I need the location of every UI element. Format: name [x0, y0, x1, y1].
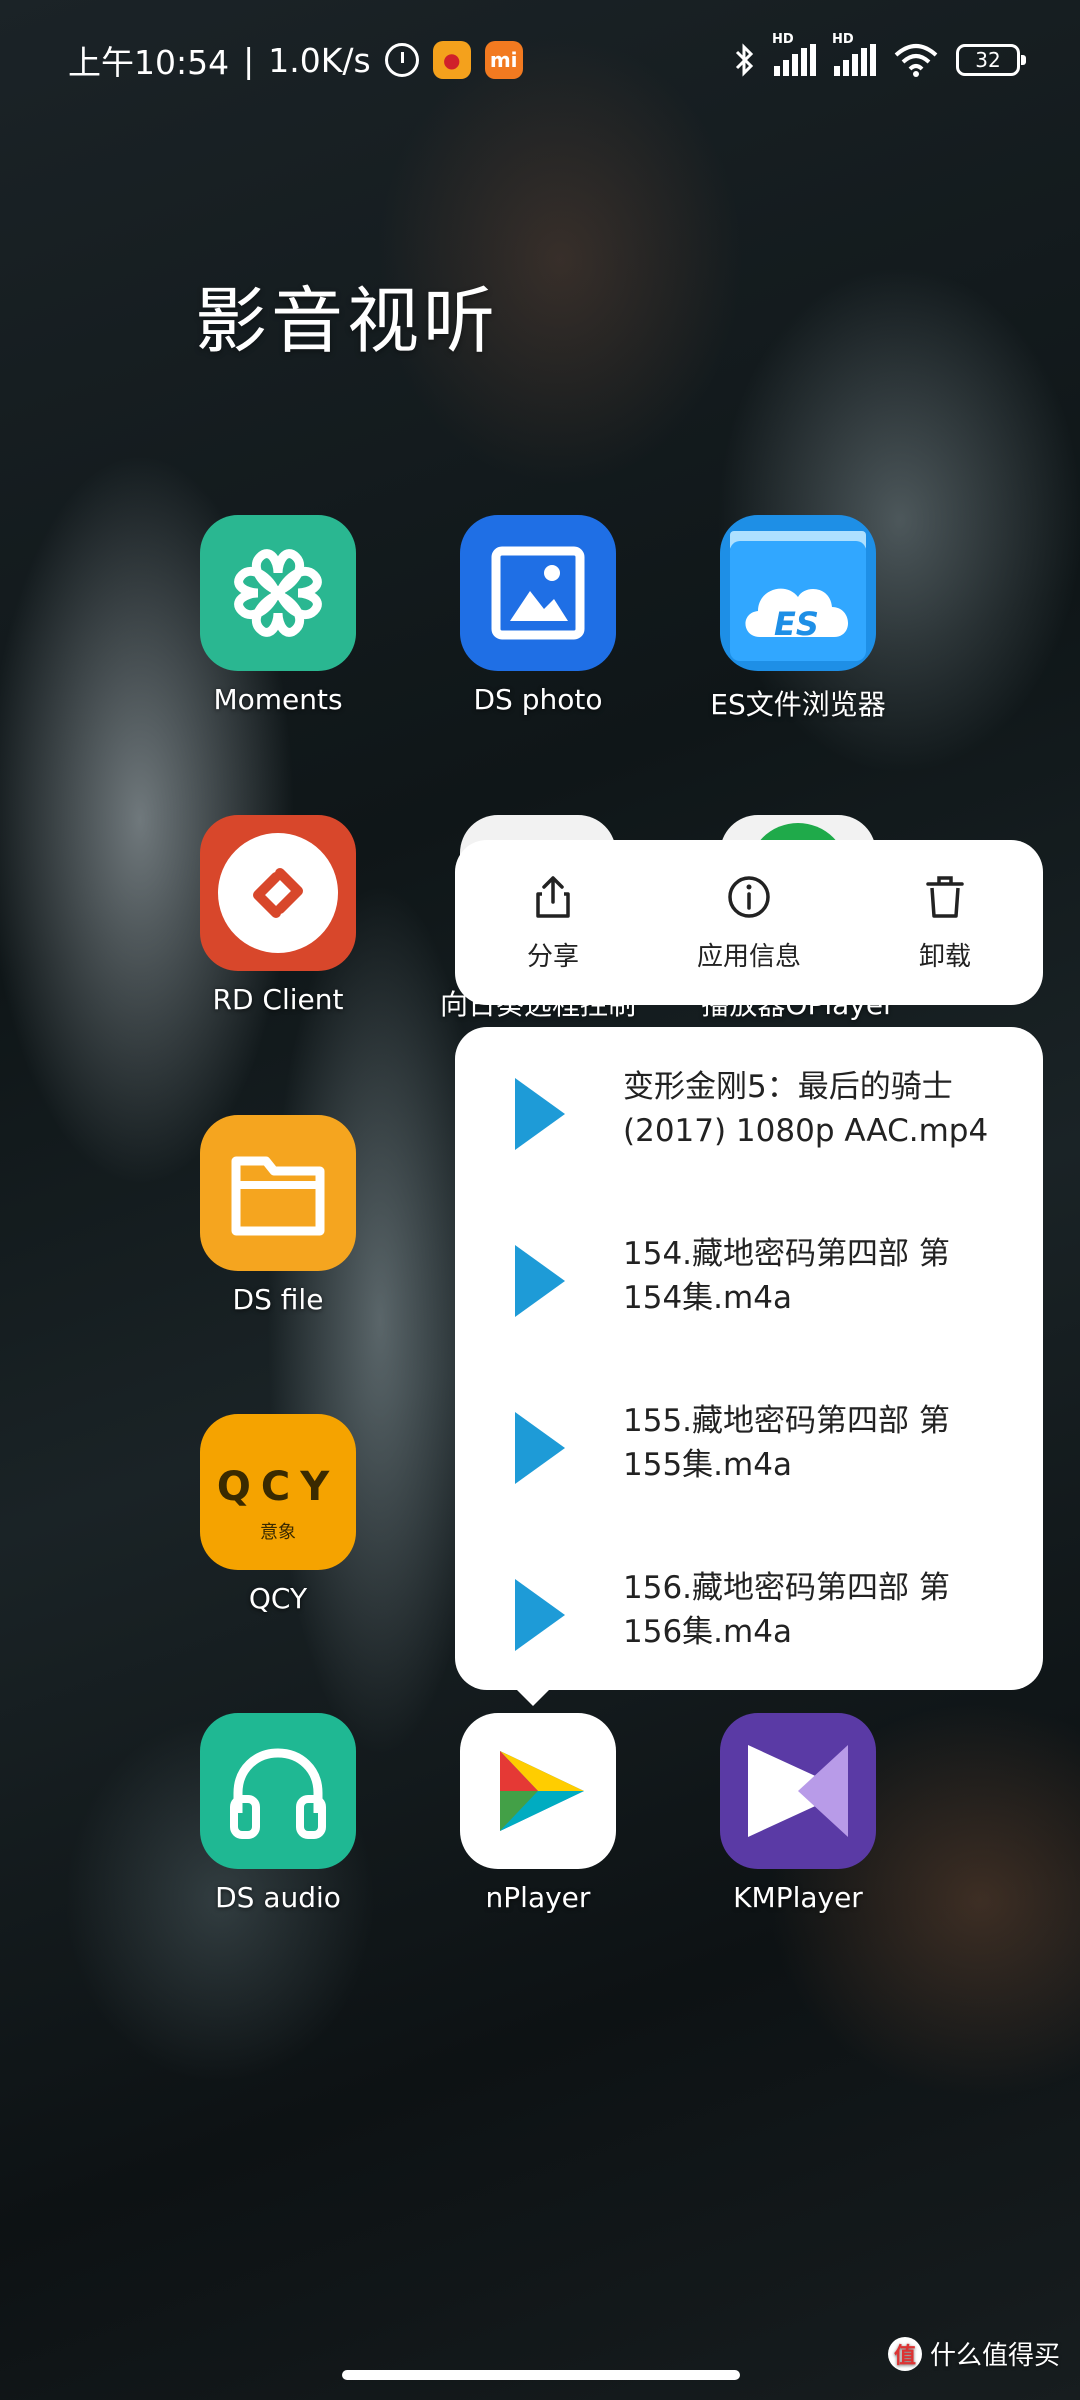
- share-action[interactable]: 分享: [473, 872, 633, 973]
- signal-icon: HD: [772, 32, 816, 76]
- es-logo-text: ES: [774, 605, 819, 643]
- play-icon: [515, 1245, 565, 1317]
- app-qcy[interactable]: QCY 意象 QCY: [168, 1414, 388, 1615]
- recent-file-item[interactable]: 变形金刚5：最后的骑士 (2017) 1080p AAC.mp4: [455, 1030, 1043, 1190]
- watermark-text: 什么值得买: [929, 2341, 1060, 2371]
- headphones-icon: [200, 1713, 356, 1869]
- app-label: DS photo: [473, 683, 603, 716]
- app-label: RD Client: [212, 983, 344, 1016]
- recent-file-name: 156.藏地密码第四部 第 156集.m4a: [623, 1566, 1023, 1654]
- play-icon: [515, 1078, 565, 1150]
- uninstall-action[interactable]: 卸载: [865, 872, 1025, 973]
- app-label: ES文件浏览器: [710, 688, 886, 721]
- app-nplayer[interactable]: nPlayer: [428, 1713, 648, 1914]
- weibo-icon: ●: [432, 41, 471, 79]
- qcy-sub-text: 意象: [260, 1522, 296, 1543]
- recent-file-name: 变形金刚5：最后的骑士 (2017) 1080p AAC.mp4: [623, 1065, 1023, 1153]
- battery-level: 32: [975, 48, 1001, 72]
- recent-file-line1: 155.藏地密码第四部 第: [623, 1403, 950, 1439]
- app-es-file[interactable]: ES ES文件浏览器: [688, 515, 908, 723]
- status-separator: |: [243, 40, 255, 80]
- folder-icon: [200, 1115, 356, 1271]
- app-shortcut-actions: 分享 应用信息 卸载: [455, 840, 1043, 1005]
- status-net-speed: 1.0K/s: [268, 40, 371, 80]
- qcy-logo-icon: QCY 意象: [200, 1414, 356, 1570]
- qcy-logo-text: QCY: [216, 1464, 340, 1510]
- bluetooth-icon: [735, 43, 754, 77]
- mi-icon: mi: [484, 41, 523, 79]
- watermark-badge: 值: [887, 2336, 922, 2371]
- app-label: QCY: [248, 1582, 308, 1615]
- recent-file-item[interactable]: 155.藏地密码第四部 第 155集.m4a: [455, 1364, 1043, 1524]
- status-left: 上午10:54 | 1.0K/s ● mi: [68, 32, 523, 88]
- app-label: KMPlayer: [733, 1881, 863, 1914]
- recent-file-line2: 155集.m4a: [623, 1447, 792, 1483]
- recent-file-item[interactable]: 154.藏地密码第四部 第 154集.m4a: [455, 1197, 1043, 1357]
- share-icon: [536, 876, 570, 918]
- recent-file-name: 154.藏地密码第四部 第 154集.m4a: [623, 1232, 1023, 1320]
- recent-files-shortcuts: 变形金刚5：最后的骑士 (2017) 1080p AAC.mp4 154.藏地密…: [455, 1027, 1043, 1706]
- app-label: DS audio: [215, 1881, 341, 1914]
- info-icon: [728, 876, 770, 918]
- remote-desktop-icon: [200, 815, 356, 971]
- photo-icon: [460, 515, 616, 671]
- recent-file-line2: 156集.m4a: [623, 1614, 792, 1650]
- app-label: Moments: [213, 683, 343, 716]
- app-label: DS file: [232, 1283, 324, 1316]
- nplayer-play-icon: [460, 1713, 616, 1869]
- uninstall-label: 卸载: [918, 942, 971, 972]
- app-rd-client[interactable]: RD Client: [168, 815, 388, 1016]
- app-label: nPlayer: [485, 1881, 591, 1914]
- app-info-label: 应用信息: [696, 942, 801, 972]
- trash-icon: [926, 876, 964, 918]
- app-moments[interactable]: Moments: [168, 515, 388, 716]
- status-bar: 上午10:54 | 1.0K/s ● mi HD HD 32: [0, 0, 1080, 120]
- es-folder-icon: ES: [720, 515, 876, 671]
- recent-file-item[interactable]: 156.藏地密码第四部 第 156集.m4a: [455, 1531, 1043, 1691]
- home-indicator[interactable]: [342, 2370, 740, 2380]
- app-ds-audio[interactable]: DS audio: [168, 1713, 388, 1914]
- signal-icon: HD: [832, 32, 876, 76]
- recent-file-line1: 变形金刚5：最后的骑士: [623, 1069, 953, 1105]
- share-label: 分享: [526, 942, 579, 972]
- recent-file-line1: 154.藏地密码第四部 第: [623, 1236, 950, 1272]
- recent-file-line1: 156.藏地密码第四部 第: [623, 1570, 950, 1606]
- wifi-icon: [894, 44, 938, 77]
- app-ds-file[interactable]: DS file: [168, 1115, 388, 1316]
- app-info-action[interactable]: 应用信息: [669, 872, 829, 973]
- recent-file-line2: (2017) 1080p AAC.mp4: [623, 1113, 989, 1149]
- status-right: HD HD 32: [734, 32, 1026, 88]
- play-icon: [515, 1579, 565, 1651]
- recent-file-name: 155.藏地密码第四部 第 155集.m4a: [623, 1399, 1023, 1487]
- app-ds-photo[interactable]: DS photo: [428, 515, 648, 716]
- battery-icon: 32: [956, 44, 1026, 76]
- folder-title[interactable]: 影音视听: [195, 262, 499, 367]
- kmplayer-icon: [720, 1713, 876, 1869]
- play-icon: [515, 1412, 565, 1484]
- status-time: 上午10:54: [68, 43, 230, 82]
- alarm-icon: [384, 43, 419, 77]
- watermark: 值 什么值得买: [887, 2335, 1060, 2372]
- moments-icon: [200, 515, 356, 671]
- app-kmplayer[interactable]: KMPlayer: [688, 1713, 908, 1914]
- recent-file-line2: 154集.m4a: [623, 1280, 792, 1316]
